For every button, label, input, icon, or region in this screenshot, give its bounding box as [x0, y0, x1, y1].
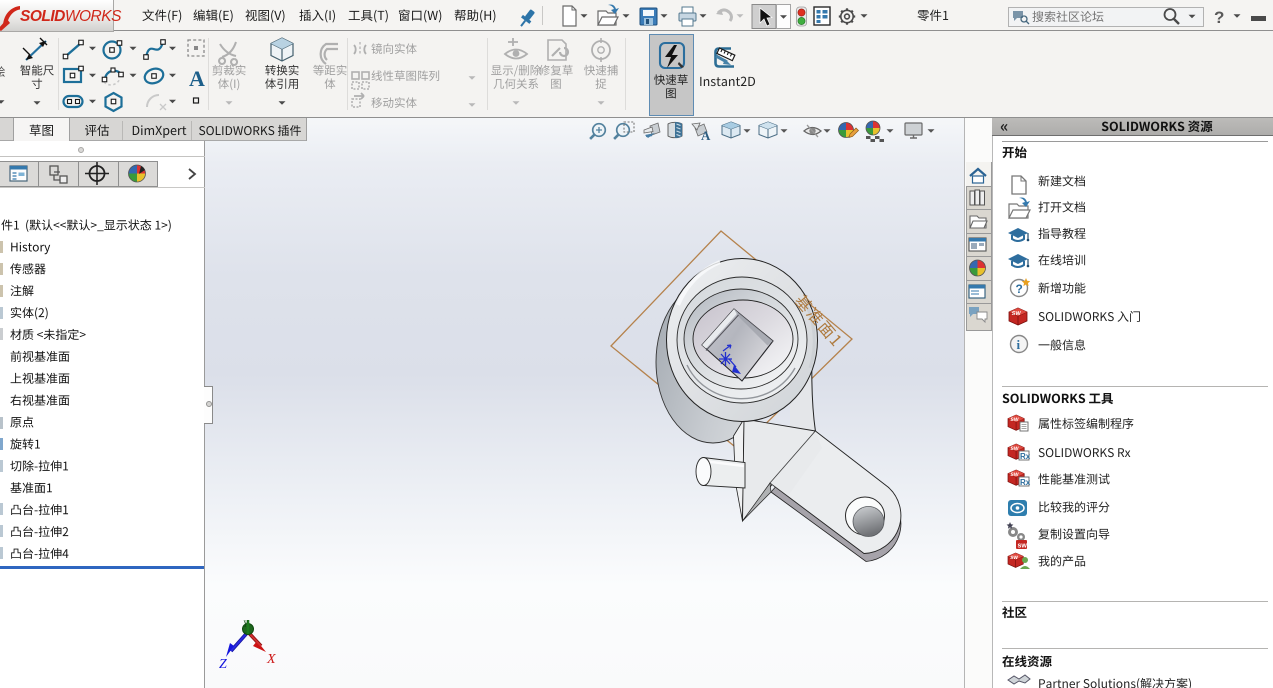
svg-text:A: A: [189, 66, 205, 91]
svg-text:Z: Z: [219, 657, 227, 672]
svg-text:sw: sw: [1018, 543, 1028, 550]
svg-text:X: X: [266, 652, 276, 667]
svg-text:?: ?: [1214, 8, 1224, 27]
svg-text:Rx: Rx: [1020, 478, 1031, 487]
svg-text:?: ?: [1016, 282, 1023, 296]
svg-text:SW: SW: [1010, 417, 1019, 423]
svg-text:SW: SW: [1010, 446, 1019, 452]
svg-text:Rx: Rx: [1020, 452, 1031, 461]
svg-text:A: A: [701, 128, 711, 143]
svg-text:SW: SW: [1010, 555, 1019, 560]
svg-text:SW: SW: [1010, 472, 1019, 478]
svg-text:i: i: [1017, 337, 1021, 352]
svg-text:SW: SW: [1011, 311, 1021, 317]
